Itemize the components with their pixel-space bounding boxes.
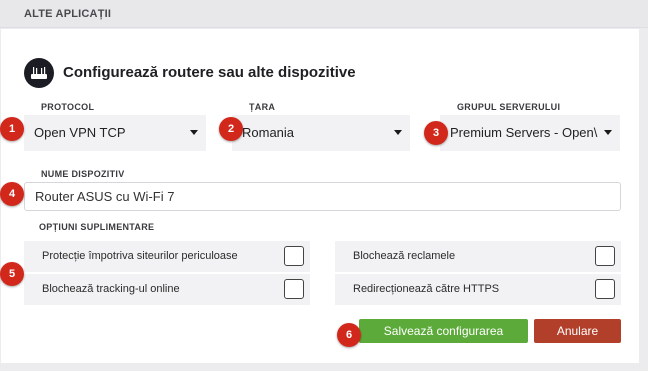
- save-config-button[interactable]: Salvează configurarea: [359, 319, 528, 343]
- option-block-tracking[interactable]: Blochează tracking-ul online: [24, 274, 310, 305]
- protocol-value: Open VPN TCP: [34, 125, 126, 140]
- checkbox[interactable]: [284, 246, 304, 266]
- step-marker-2: 2: [219, 117, 243, 141]
- option-label: Blochează reclamele: [353, 250, 456, 262]
- server-group-select[interactable]: Premium Servers - Open\: [440, 115, 620, 151]
- checkbox[interactable]: [595, 246, 615, 266]
- country-select[interactable]: Romania: [232, 115, 410, 151]
- option-label: Protecție împotriva siteurilor periculoa…: [42, 250, 238, 262]
- checkbox[interactable]: [595, 279, 615, 299]
- option-label: Blochează tracking-ul online: [42, 283, 180, 295]
- device-name-input[interactable]: [24, 182, 621, 211]
- router-logo-icon: [24, 58, 54, 88]
- country-value: Romania: [242, 125, 295, 140]
- options-label: OPȚIUNI SUPLIMENTARE: [39, 222, 155, 232]
- step-marker-6: 6: [337, 323, 361, 347]
- step-marker-5: 5: [0, 262, 24, 286]
- checkbox[interactable]: [284, 279, 304, 299]
- section-header-label: ALTE APLICAȚII: [24, 8, 112, 20]
- caret-down-icon: [604, 130, 612, 135]
- section-header: ALTE APLICAȚII: [0, 0, 648, 28]
- protocol-label: PROTOCOL: [41, 102, 95, 112]
- option-dangerous-sites[interactable]: Protecție împotriva siteurilor periculoa…: [24, 241, 310, 272]
- step-marker-1: 1: [0, 117, 24, 141]
- server-group-label: GRUPUL SERVERULUI: [457, 102, 561, 112]
- protocol-select[interactable]: Open VPN TCP: [24, 115, 206, 151]
- option-block-ads[interactable]: Blochează reclamele: [335, 241, 621, 272]
- option-label: Redirecționează către HTTPS: [353, 283, 500, 295]
- cancel-button[interactable]: Anulare: [534, 319, 621, 343]
- country-label: ȚARA: [249, 102, 276, 112]
- step-marker-4: 4: [0, 182, 24, 206]
- caret-down-icon: [394, 130, 402, 135]
- server-group-value: Premium Servers - Open\: [450, 125, 598, 140]
- caret-down-icon: [190, 130, 198, 135]
- page-title: Configurează routere sau alte dispozitiv…: [63, 64, 356, 81]
- device-name-label: NUME DISPOZITIV: [41, 169, 125, 179]
- step-marker-3: 3: [424, 121, 448, 145]
- option-redirect-https[interactable]: Redirecționează către HTTPS: [335, 274, 621, 305]
